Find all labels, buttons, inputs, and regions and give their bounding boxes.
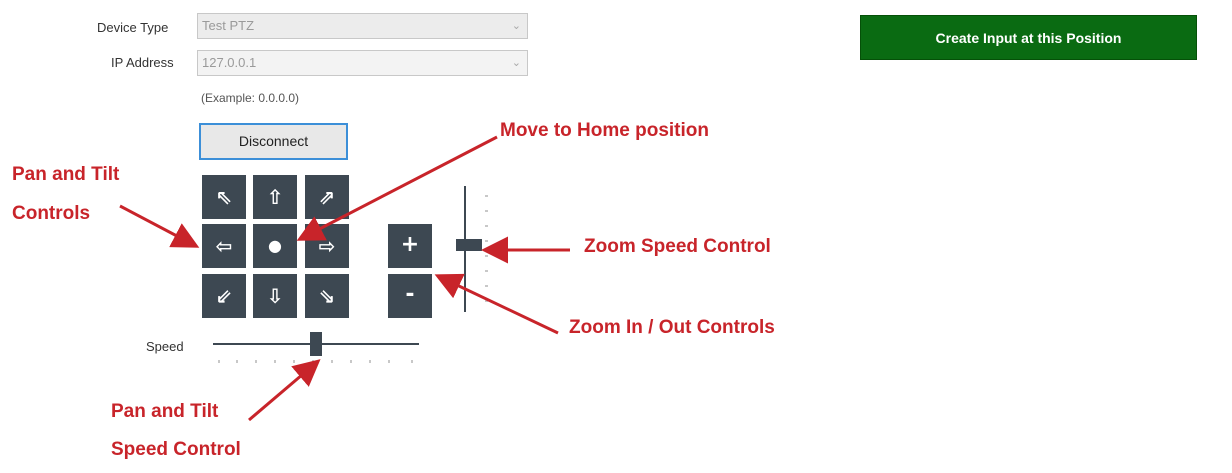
annotation-arrows [119,135,570,422]
arrow-speed [248,359,321,422]
arrow-move-home [296,135,498,241]
arrow-zoom-in-out [434,273,559,335]
arrow-pan-tilt [119,204,200,248]
